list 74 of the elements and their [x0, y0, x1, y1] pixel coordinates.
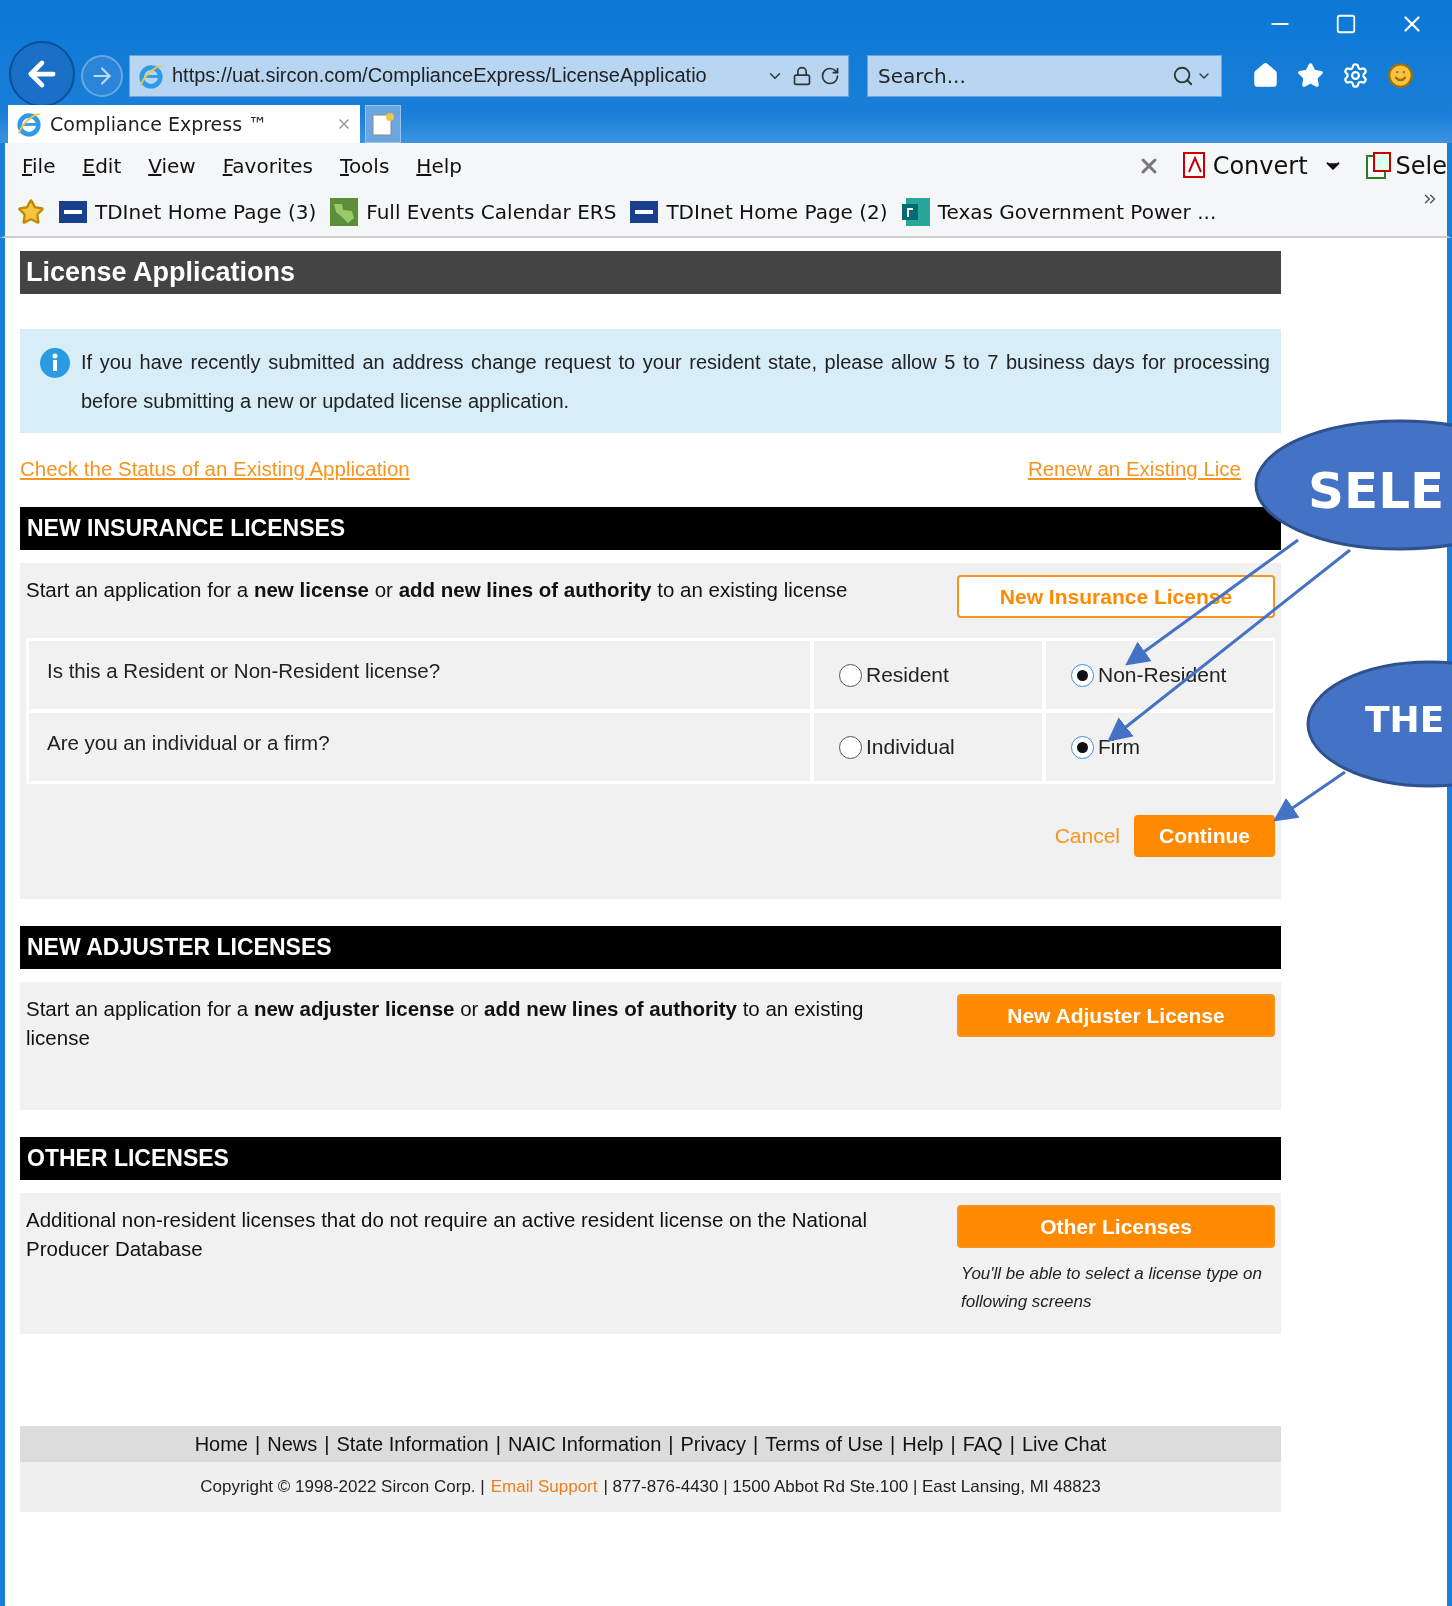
section-heading: NEW ADJUSTER LICENSES — [20, 926, 1281, 969]
site-icon — [59, 201, 87, 223]
menu-item[interactable]: Edit — [82, 153, 122, 178]
footer-link[interactable]: Home — [194, 1432, 248, 1456]
maximize-icon[interactable] — [1335, 13, 1357, 35]
site-icon — [630, 201, 659, 223]
info-icon — [39, 347, 71, 379]
separator: | — [668, 1432, 674, 1456]
radio-button[interactable] — [1071, 735, 1094, 759]
new-tab-icon — [372, 112, 394, 136]
radio-option[interactable]: Firm — [1046, 713, 1273, 781]
footer-link[interactable]: FAQ — [962, 1432, 1003, 1456]
search-field[interactable]: Search... — [867, 54, 1222, 97]
footer-link[interactable]: NAIC Information — [507, 1432, 662, 1456]
footer-link[interactable]: Help — [902, 1432, 944, 1456]
notice-text: If you have recently submitted an address change request to your resident state, please allow 5 to 7 business days for processing before submitting a new or updated license application. — [81, 350, 1270, 414]
browser-logo-icon — [16, 111, 42, 137]
menu-item[interactable]: File — [22, 153, 56, 178]
separator: | — [950, 1432, 956, 1456]
footer-link[interactable]: State Information — [336, 1432, 489, 1456]
browser-logo-icon — [138, 62, 164, 89]
toolbar-button[interactable]: Sele — [1365, 151, 1447, 180]
separator: | — [495, 1432, 501, 1456]
favorite-link[interactable]: Texas Government Power ... — [901, 198, 1217, 226]
separator: | — [324, 1432, 330, 1456]
favorites-star-icon[interactable] — [17, 198, 45, 226]
section-description: Start an application for a new adjuster license or add new lines of authority to an existing license — [26, 996, 865, 1051]
search-icon[interactable] — [1172, 64, 1194, 87]
browser-tab[interactable]: Compliance Express ™ — [8, 105, 360, 143]
menu-item[interactable]: Tools — [340, 153, 390, 178]
question-cell: Is this a Resident or Non-Resident license? — [29, 641, 810, 709]
favorite-link[interactable]: TDInet Home Page (3) — [59, 200, 317, 224]
copyright-text: Copyright © 1998-2022 Sircon Corp. | — [200, 1477, 485, 1497]
footer-link[interactable]: Live Chat — [1021, 1432, 1107, 1456]
home-icon[interactable] — [1252, 62, 1279, 89]
lock-icon — [792, 65, 812, 86]
forward-button[interactable] — [81, 54, 123, 97]
separator: | — [753, 1432, 759, 1456]
settings-icon[interactable] — [1342, 62, 1369, 89]
favorite-link[interactable]: Full Events Calendar ERS — [330, 198, 617, 226]
map-icon — [330, 198, 359, 226]
callout-bubble: THE — [1306, 660, 1452, 788]
footer-link[interactable]: Terms of Use — [765, 1432, 884, 1456]
radio-button[interactable] — [839, 735, 862, 759]
forms-icon — [901, 198, 930, 226]
radio-button[interactable] — [839, 663, 862, 687]
radio-option[interactable]: Individual — [814, 713, 1042, 781]
menu-item[interactable]: Favorites — [222, 153, 314, 178]
hint-text: You'll be able to select a license type on following screens — [960, 1263, 1263, 1313]
section-description: Additional non-resident licenses that do not require an active resident license on the National Producer Database — [26, 1207, 869, 1262]
star-icon[interactable] — [1297, 62, 1324, 89]
radio-button[interactable] — [1071, 663, 1094, 687]
radio-option[interactable]: Resident — [814, 641, 1042, 709]
separator: | — [255, 1432, 261, 1456]
footer-link[interactable]: News — [267, 1432, 318, 1456]
contact-text: | 877-876-4430 | 1500 Abbot Rd Ste.100 | East Lansing, MI 48823 — [603, 1477, 1101, 1497]
refresh-icon[interactable] — [820, 65, 840, 86]
section-heading: NEW INSURANCE LICENSES — [20, 507, 1281, 550]
separator: | — [890, 1432, 896, 1456]
callout-bubble: SELE — [1254, 419, 1452, 551]
question-cell: Are you an individual or a firm? — [29, 713, 810, 781]
separator: | — [1009, 1432, 1015, 1456]
smiley-icon[interactable] — [1387, 62, 1414, 89]
section-description: Start an application for a new license or add new lines of authority to an existing license — [26, 577, 849, 603]
menu-item[interactable]: View — [148, 153, 196, 178]
page-title: License Applications — [20, 251, 1281, 294]
select-icon — [1365, 151, 1392, 180]
toolbar-button[interactable]: Convert — [1182, 151, 1344, 180]
menu-item[interactable]: Help — [416, 153, 462, 178]
favorite-link[interactable]: TDInet Home Page (2) — [630, 200, 888, 224]
new-tab-button[interactable] — [365, 105, 401, 143]
footer-link[interactable]: Privacy — [680, 1432, 747, 1456]
address-bar[interactable]: https://uat.sircon.com/ComplianceExpress/LicenseApplicatio — [129, 54, 849, 97]
section-heading: OTHER LICENSES — [20, 1137, 1281, 1180]
